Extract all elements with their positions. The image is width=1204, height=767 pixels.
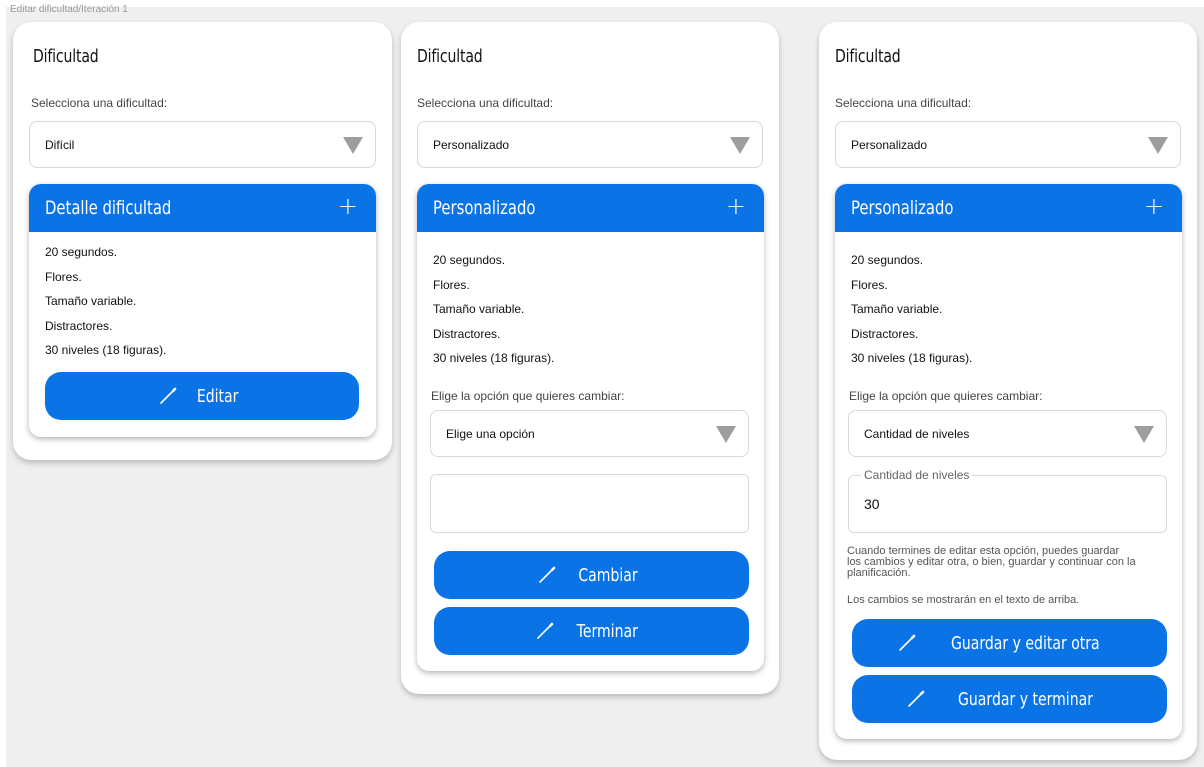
select-label: Selecciona una dificultad: (835, 96, 972, 110)
pencil-icon (538, 566, 555, 583)
option-label: Elige la opción que quieres cambiar: (431, 389, 625, 403)
detail-item: Tamaño variable. (851, 302, 943, 316)
detail-item: Distractores. (45, 318, 113, 333)
card-title: Dificultad (417, 46, 483, 67)
edit-button[interactable]: Editar (45, 372, 359, 420)
option-select[interactable]: Elige una opción (430, 410, 749, 457)
plus-icon[interactable]: + (1144, 194, 1164, 218)
select-label: Selecciona una dificultad: (417, 96, 554, 110)
panel-header[interactable]: Personalizado + (835, 184, 1182, 232)
select-value: Personalizado (851, 137, 928, 152)
option-select-value: Cantidad de niveles (864, 426, 970, 441)
difficulty-select[interactable]: Personalizado (417, 121, 763, 168)
pencil-icon (908, 690, 925, 707)
difficulty-card-2: Dificultad Selecciona una dificultad: Pe… (401, 22, 779, 694)
panel-header[interactable]: Personalizado + (417, 184, 764, 232)
detail-item: Flores. (433, 277, 470, 292)
triangle-down-icon (343, 136, 363, 154)
pencil-icon (899, 634, 916, 651)
detail-item: Flores. (851, 277, 888, 292)
difficulty-card-3: Dificultad Selecciona una dificultad: Pe… (819, 22, 1197, 760)
panel-title: Personalizado (433, 197, 536, 219)
save-and-finish-label: Guardar y terminar (958, 688, 1093, 710)
plus-icon[interactable]: + (338, 194, 358, 218)
triangle-down-icon (1134, 425, 1154, 443)
option-select[interactable]: Cantidad de niveles (848, 410, 1167, 457)
value-input[interactable] (430, 474, 749, 533)
detail-item: 30 niveles (18 figuras). (433, 351, 555, 365)
detail-item: 20 segundos. (851, 253, 924, 267)
detail-item: 20 segundos. (433, 253, 506, 267)
select-label: Selecciona una dificultad: (31, 96, 168, 110)
detail-list: 20 segundos. Flores. Tamaño variable. Di… (851, 248, 972, 371)
custom-panel: Personalizado + 20 segundos. Flores. Tam… (417, 184, 764, 671)
difficulty-select[interactable]: Difícil (29, 121, 376, 168)
triangle-down-icon (730, 136, 750, 154)
pencil-icon (160, 387, 177, 404)
help-line: planificación. (847, 567, 911, 579)
detail-item: Flores. (45, 269, 82, 284)
panel-header[interactable]: Detalle dificultad + (29, 184, 376, 232)
detail-panel: Detalle dificultad + 20 segundos. Flores… (29, 184, 376, 437)
finish-button[interactable]: Terminar (434, 607, 749, 655)
plus-icon[interactable]: + (726, 194, 746, 218)
detail-item: Distractores. (851, 326, 919, 341)
detail-item: Distractores. (433, 326, 501, 341)
detail-list: 20 segundos. Flores. Tamaño variable. Di… (45, 240, 166, 363)
triangle-down-icon (716, 425, 736, 443)
option-label: Elige la opción que quieres cambiar: (849, 389, 1043, 403)
option-select-value: Elige una opción (446, 426, 535, 441)
save-and-edit-button[interactable]: Guardar y editar otra (852, 619, 1167, 667)
levels-field[interactable]: Cantidad de niveles 30 (848, 468, 1167, 533)
frame-label: Editar dificultad/Iteración 1 (10, 4, 128, 15)
levels-field-value: 30 (864, 496, 880, 512)
edit-button-label: Editar (197, 385, 239, 407)
difficulty-select[interactable]: Personalizado (835, 121, 1181, 168)
detail-item: 30 niveles (18 figuras). (45, 343, 167, 357)
detail-item: Tamaño variable. (45, 294, 137, 308)
detail-item: 20 segundos. (45, 245, 118, 259)
select-value: Personalizado (433, 137, 510, 152)
finish-button-label: Terminar (576, 620, 639, 642)
save-and-finish-button[interactable]: Guardar y terminar (852, 675, 1167, 723)
panel-title: Detalle dificultad (45, 197, 172, 219)
levels-field-label: Cantidad de niveles (861, 468, 973, 482)
select-value: Difícil (45, 137, 75, 152)
triangle-down-icon (1148, 136, 1168, 154)
help-text-2: Los cambios se mostrarán en el texto de … (847, 594, 1080, 606)
detail-item: Tamaño variable. (433, 302, 525, 316)
difficulty-card-1: Dificultad Selecciona una dificultad: Di… (13, 22, 392, 460)
panel-title: Personalizado (851, 197, 954, 219)
detail-item: 30 niveles (18 figuras). (851, 351, 973, 365)
custom-panel: Personalizado + 20 segundos. Flores. Tam… (835, 184, 1182, 739)
help-text: Cuando termines de editar esta opción, p… (847, 546, 1136, 579)
change-button[interactable]: Cambiar (434, 551, 749, 599)
card-title: Dificultad (33, 46, 99, 67)
card-title: Dificultad (835, 46, 901, 67)
pencil-icon (537, 622, 554, 639)
change-button-label: Cambiar (577, 564, 638, 586)
detail-list: 20 segundos. Flores. Tamaño variable. Di… (433, 248, 554, 371)
save-and-edit-label: Guardar y editar otra (951, 632, 1100, 654)
